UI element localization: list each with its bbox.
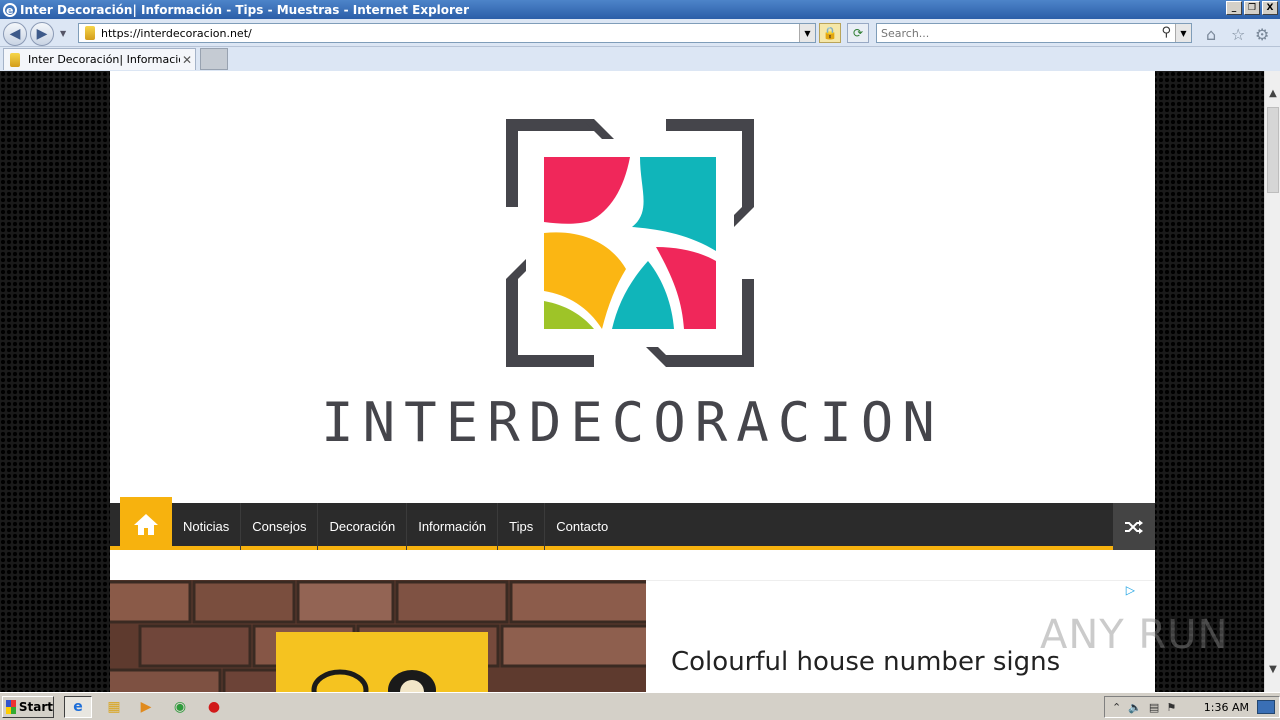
start-label: Start [18, 700, 53, 714]
tab-bar: Inter Decoración| Informació... ✕ [0, 47, 1280, 71]
restore-button[interactable]: ❐ [1244, 1, 1260, 15]
shuffle-icon [1125, 519, 1143, 534]
taskbar-opera-icon[interactable]: ● [200, 696, 228, 718]
adchoices-icon[interactable]: ▷ [1126, 583, 1135, 597]
ad-headline[interactable]: Colourful house number signs [671, 647, 1060, 677]
back-button[interactable]: ◀ [3, 22, 27, 46]
menu-item-consejos[interactable]: Consejos [241, 503, 319, 550]
scroll-thumb[interactable] [1267, 107, 1279, 193]
tab-label: Inter Decoración| Informació... [28, 53, 180, 66]
history-dropdown-icon[interactable]: ▼ [60, 29, 66, 38]
logo-teal-top [632, 157, 716, 251]
search-input[interactable] [877, 25, 1147, 41]
search-box[interactable]: ⚲ ▼ [876, 23, 1192, 43]
window-titlebar: e Inter Decoración| Información - Tips -… [0, 0, 1280, 19]
tab-interdecoracion[interactable]: Inter Decoración| Informació... ✕ [3, 48, 196, 70]
taskbar: Start e ▦ ▶ ◉ ● ⌃ 🔈 ▤ ⚑ 1:36 AM [0, 692, 1280, 720]
search-dropdown-icon[interactable]: ▼ [1175, 24, 1191, 42]
favorites-star-icon[interactable]: ☆ [1231, 25, 1245, 44]
brand-name[interactable]: INTERDECORACION [110, 391, 1155, 454]
taskbar-media-icon[interactable]: ▶ [132, 696, 160, 718]
forward-button[interactable]: ▶ [30, 22, 54, 46]
clock[interactable]: 1:36 AM [1204, 701, 1249, 714]
house-icon [134, 513, 158, 535]
site-logo[interactable] [506, 119, 754, 367]
svg-text:e: e [6, 4, 13, 17]
logo-red-top [544, 157, 630, 224]
menu-item-informacion[interactable]: Información [407, 503, 499, 550]
refresh-button[interactable]: ⟳ [847, 23, 869, 43]
watermark: ANY RUN [1040, 612, 1229, 658]
menu-item-tips[interactable]: Tips [498, 503, 546, 550]
menu-item-contacto[interactable]: Contacto [545, 503, 619, 550]
tray-expand-icon[interactable]: ⌃ [1112, 701, 1121, 714]
taskbar-ie-icon[interactable]: e [64, 696, 92, 718]
forward-arrow-icon: ▶ [36, 26, 48, 42]
vertical-scrollbar[interactable]: ▲ ▼ [1264, 71, 1280, 692]
address-url[interactable]: https://interdecoracion.net/ [101, 27, 252, 40]
close-button[interactable]: X [1262, 1, 1278, 15]
scroll-down-icon[interactable]: ▼ [1265, 661, 1280, 677]
window-title: Inter Decoración| Información - Tips - M… [20, 2, 469, 17]
featured-image[interactable] [110, 580, 646, 692]
tab-close-icon[interactable]: ✕ [182, 53, 192, 67]
ie-logo-icon: e [3, 2, 17, 17]
page-icon [85, 26, 95, 40]
address-dropdown-icon[interactable]: ▼ [799, 24, 815, 42]
scroll-up-icon[interactable]: ▲ [1265, 85, 1280, 101]
address-toolbar: ◀ ▶ ▼ https://interdecoracion.net/ ▼ 🔒 ⟳… [0, 19, 1280, 47]
home-icon[interactable]: ⌂ [1206, 25, 1216, 44]
lock-icon[interactable]: 🔒 [819, 23, 841, 43]
gear-icon[interactable]: ⚙ [1255, 25, 1269, 44]
minimize-button[interactable]: _ [1226, 1, 1242, 15]
start-button[interactable]: Start [2, 696, 54, 718]
network-icon[interactable]: ▤ [1149, 701, 1159, 714]
menu-item-noticias[interactable]: Noticias [172, 503, 242, 550]
taskbar-explorer-icon[interactable]: ▦ [100, 696, 128, 718]
system-tray: ⌃ 🔈 ▤ ⚑ 1:36 AM [1104, 696, 1280, 718]
back-arrow-icon: ◀ [9, 26, 21, 42]
windows-logo-icon [6, 700, 16, 714]
random-post-button[interactable] [1113, 503, 1155, 550]
refresh-icon: ⟳ [852, 26, 864, 40]
new-tab-button[interactable] [200, 48, 228, 70]
menu-item-decoracion[interactable]: Decoración [318, 503, 408, 550]
home-menu-button[interactable] [120, 497, 172, 550]
main-menu: Noticias Consejos Decoración Información… [110, 497, 1155, 550]
show-desktop-button[interactable] [1257, 700, 1275, 714]
page-viewport: INTERDECORACION Noticias Consejos Decora… [0, 71, 1264, 692]
action-center-flag-icon[interactable]: ⚑ [1166, 701, 1176, 714]
tab-favicon [10, 52, 20, 67]
search-icon[interactable]: ⚲ [1161, 25, 1171, 40]
logo-frame [506, 119, 754, 367]
site-page: INTERDECORACION Noticias Consejos Decora… [110, 71, 1155, 692]
taskbar-chrome-icon[interactable]: ◉ [166, 696, 194, 718]
volume-icon[interactable]: 🔈 [1128, 701, 1142, 714]
address-bar[interactable]: https://interdecoracion.net/ ▼ [78, 23, 816, 43]
